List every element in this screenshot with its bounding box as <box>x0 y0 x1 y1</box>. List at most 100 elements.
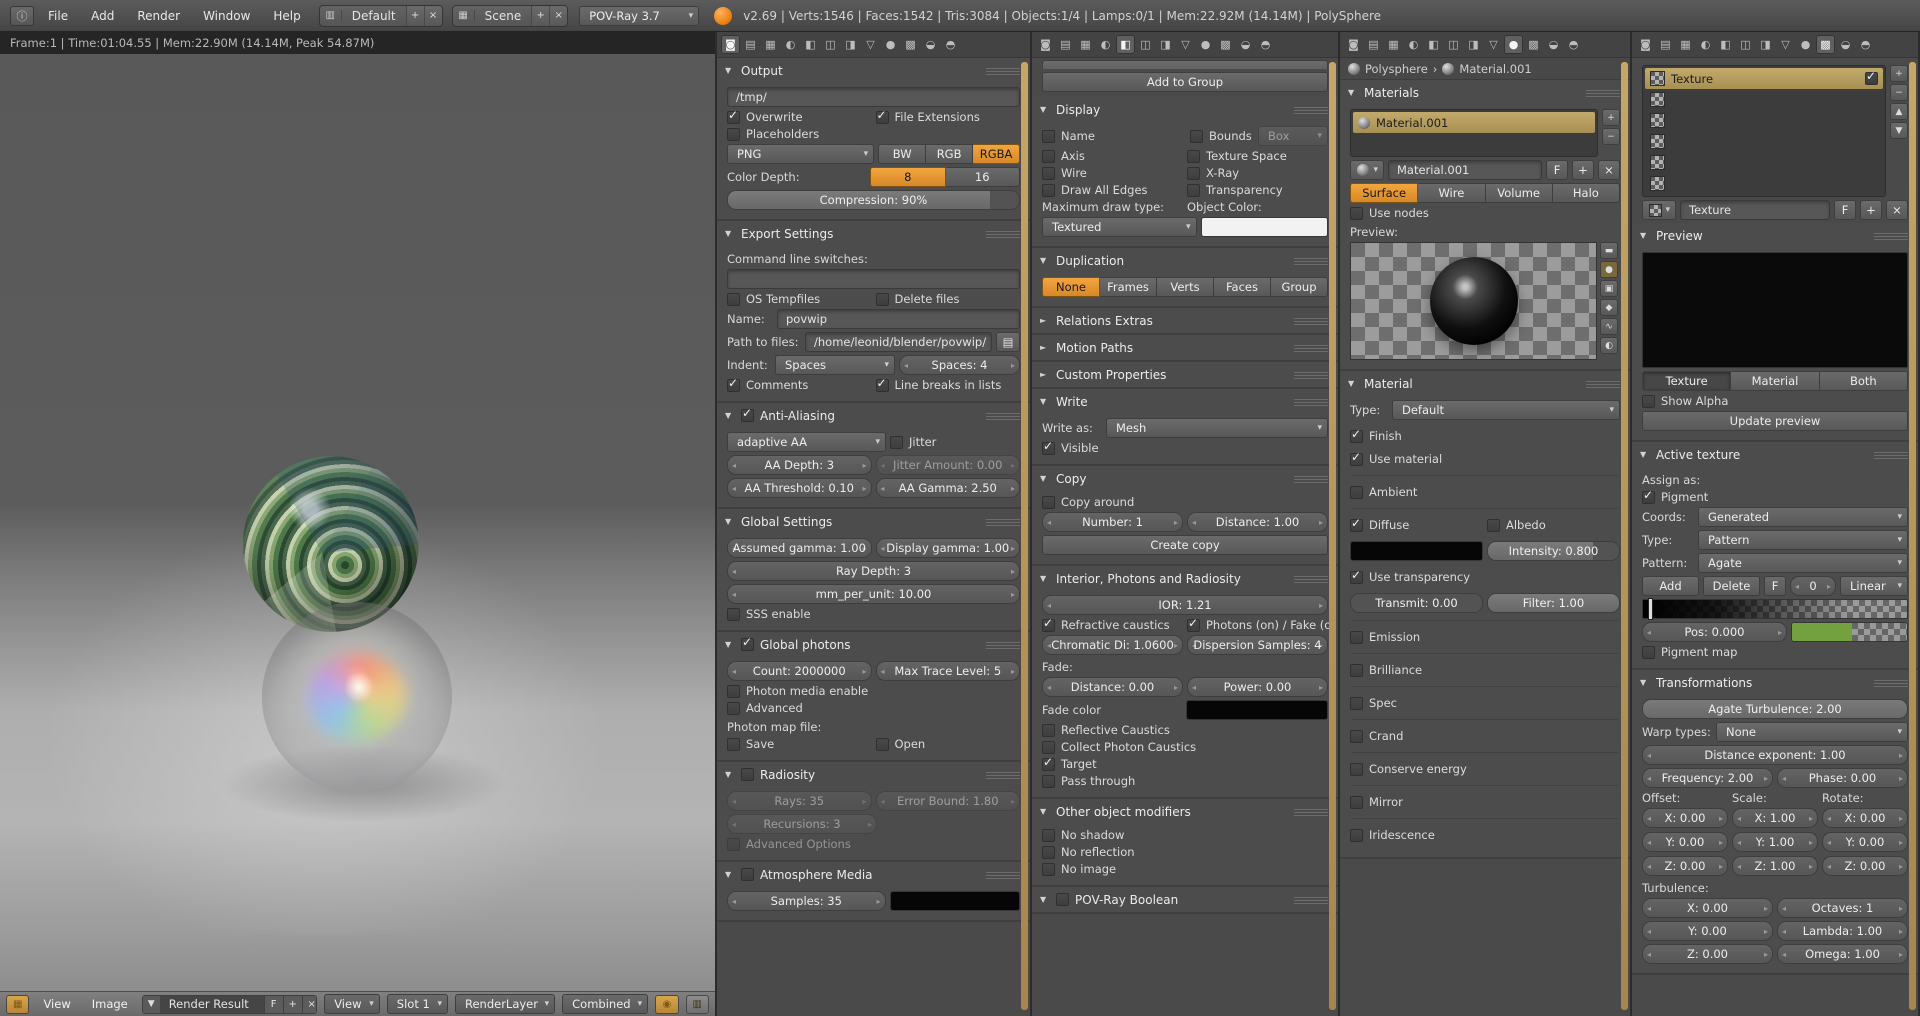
ior-field[interactable]: IOR: 1.21 <box>1042 595 1328 615</box>
aa-gamma-field[interactable]: AA Gamma: 2.50 <box>876 478 1021 498</box>
render-engine-select[interactable]: POV-Ray 3.7 <box>579 6 699 26</box>
delete-scene-button[interactable]: × <box>549 6 567 26</box>
scale-y-field[interactable]: Y: 1.00 <box>1732 832 1818 852</box>
tab-render-layers-icon[interactable]: ▤ <box>1656 35 1675 54</box>
new-texture-button[interactable]: + <box>1860 200 1882 220</box>
comments-checkbox[interactable]: Comments <box>727 378 872 392</box>
tab-world-icon[interactable]: ◐ <box>1096 35 1115 54</box>
write-as-select[interactable]: Mesh <box>1106 418 1328 438</box>
create-copy-button[interactable]: Create copy <box>1042 535 1328 555</box>
tab-scene-icon[interactable]: ▦ <box>1676 35 1695 54</box>
add-stop-button[interactable]: Add <box>1642 576 1699 596</box>
scrollbar[interactable] <box>1021 62 1028 1010</box>
panel-copy-header[interactable]: ▼Copy <box>1032 466 1338 491</box>
display-name-checkbox[interactable]: Name <box>1042 129 1186 143</box>
new-image-button[interactable]: + <box>283 996 302 1013</box>
transmit-slider[interactable]: Transmit: 0.00 <box>1350 593 1483 613</box>
tab-material-icon[interactable]: ● <box>1796 35 1815 54</box>
panel-aa-header[interactable]: ▼Anti-Aliasing <box>717 403 1030 428</box>
wire-checkbox[interactable]: Wire <box>1042 166 1183 180</box>
pass-through-checkbox[interactable]: Pass through <box>1042 774 1328 788</box>
tab-constraints-icon[interactable]: ◫ <box>1444 35 1463 54</box>
display-gamma-field[interactable]: Display gamma: 1.00 <box>876 538 1021 558</box>
refractive-caustics-checkbox[interactable]: Refractive caustics <box>1042 618 1183 632</box>
volume-mode-button[interactable]: Volume <box>1486 183 1553 203</box>
pigment-checkbox[interactable]: Pigment <box>1642 490 1908 504</box>
tab-render-icon[interactable]: ◙ <box>721 35 740 54</box>
photons-enable-checkbox[interactable] <box>741 638 754 651</box>
depth-8-button[interactable]: 8 <box>870 167 946 187</box>
remove-material-slot-button[interactable]: − <box>1602 128 1620 145</box>
scale-z-field[interactable]: Z: 1.00 <box>1732 856 1818 876</box>
intensity-slider[interactable]: Intensity: 0.800 <box>1487 541 1620 561</box>
panel-photons-header[interactable]: ▼Global photons <box>717 632 1030 657</box>
tab-constraints-icon[interactable]: ◫ <box>821 35 840 54</box>
reflective-caustics-checkbox[interactable]: Reflective Caustics <box>1042 723 1328 737</box>
indent-select[interactable]: Spaces <box>775 355 895 375</box>
octaves-field[interactable]: Octaves: 1 <box>1777 898 1908 918</box>
target-checkbox[interactable]: Target <box>1042 757 1328 771</box>
dupli-group-button[interactable]: Group <box>1271 277 1328 297</box>
no-image-checkbox[interactable]: No image <box>1042 862 1328 876</box>
tab-modifiers-icon[interactable]: ◨ <box>1464 35 1483 54</box>
placeholders-checkbox[interactable]: Placeholders <box>727 127 1020 141</box>
ray-depth-field[interactable]: Ray Depth: 3 <box>727 561 1020 581</box>
menu-add[interactable]: Add <box>82 6 123 26</box>
tab-object-icon[interactable]: ◧ <box>1716 35 1735 54</box>
copy-distance-field[interactable]: Distance: 1.00 <box>1187 512 1328 532</box>
surface-mode-button[interactable]: Surface <box>1350 183 1418 203</box>
tab-object-icon[interactable]: ◧ <box>1424 35 1443 54</box>
preview-monkey-icon[interactable]: ◆ <box>1600 299 1618 316</box>
collect-photon-checkbox[interactable]: Collect Photon Caustics <box>1042 740 1328 754</box>
atmosphere-enable-checkbox[interactable] <box>741 868 754 881</box>
cmd-switches-field[interactable] <box>727 269 1020 289</box>
tab-object-icon[interactable]: ◧ <box>801 35 820 54</box>
radiosity-enable-checkbox[interactable] <box>741 768 754 781</box>
tab-modifiers-icon[interactable]: ◨ <box>1756 35 1775 54</box>
stop-position-field[interactable]: Pos: 0.000 <box>1642 622 1787 642</box>
tab-data-icon[interactable]: ▽ <box>1776 35 1795 54</box>
tab-texture-icon[interactable]: ▩ <box>1816 35 1835 54</box>
preview-flat-icon[interactable]: ▬ <box>1600 242 1618 259</box>
tab-render-layers-icon[interactable]: ▤ <box>741 35 760 54</box>
turbulence-y-field[interactable]: Y: 0.00 <box>1642 921 1773 941</box>
tab-texture-icon[interactable]: ▩ <box>901 35 920 54</box>
rgba-button[interactable]: RGBA <box>973 144 1020 164</box>
rotate-z-field[interactable]: Z: 0.00 <box>1822 856 1908 876</box>
tab-particles-icon[interactable]: ◒ <box>1544 35 1563 54</box>
move-texture-up-button[interactable]: ▲ <box>1890 103 1908 120</box>
material-type-select[interactable]: Default <box>1392 400 1620 420</box>
jitter-checkbox[interactable]: Jitter <box>890 435 1020 449</box>
tab-particles-icon[interactable]: ◒ <box>1836 35 1855 54</box>
preview-world-icon[interactable]: ◐ <box>1600 337 1618 354</box>
fade-distance-field[interactable]: Distance: 0.00 <box>1042 677 1183 697</box>
tab-particles-icon[interactable]: ◒ <box>921 35 940 54</box>
texture-space-checkbox[interactable]: Texture Space <box>1187 149 1328 163</box>
dupli-verts-button[interactable]: Verts <box>1157 277 1214 297</box>
stop-index-field[interactable]: 0 <box>1790 576 1836 596</box>
panel-motion-paths-header[interactable]: ►Motion Paths <box>1032 335 1338 360</box>
media-samples-field[interactable]: Samples: 35 <box>727 891 886 911</box>
tab-texture-icon[interactable]: ▩ <box>1524 35 1543 54</box>
tab-render-icon[interactable]: ◙ <box>1036 35 1055 54</box>
visible-checkbox[interactable]: Visible <box>1042 441 1328 455</box>
spec-checkbox[interactable]: Spec <box>1350 696 1620 710</box>
photon-save-checkbox[interactable]: Save <box>727 737 872 751</box>
preview-sphere-icon[interactable]: ● <box>1600 261 1618 278</box>
panel-display-header[interactable]: ▼Display <box>1032 97 1338 122</box>
copy-around-checkbox[interactable]: Copy around <box>1042 495 1328 509</box>
photon-media-checkbox[interactable]: Photon media enable <box>727 684 1020 698</box>
phase-field[interactable]: Phase: 0.00 <box>1777 768 1908 788</box>
image-editor-type-icon[interactable]: ▦ <box>6 995 29 1014</box>
tab-constraints-icon[interactable]: ◫ <box>1136 35 1155 54</box>
tab-material-icon[interactable]: ● <box>1504 35 1523 54</box>
new-material-button[interactable]: + <box>1572 160 1594 180</box>
remove-texture-slot-button[interactable]: − <box>1890 84 1908 101</box>
export-name-field[interactable]: povwip <box>777 309 1020 329</box>
menu-help[interactable]: Help <box>264 6 309 26</box>
tab-render-icon[interactable]: ◙ <box>1344 35 1363 54</box>
preview-texture-button[interactable]: Texture <box>1642 371 1731 391</box>
pivot-view-select[interactable]: View <box>324 994 380 1014</box>
tab-physics-icon[interactable]: ◓ <box>1564 35 1583 54</box>
draw-channels-icon[interactable]: ◉ <box>655 995 678 1014</box>
